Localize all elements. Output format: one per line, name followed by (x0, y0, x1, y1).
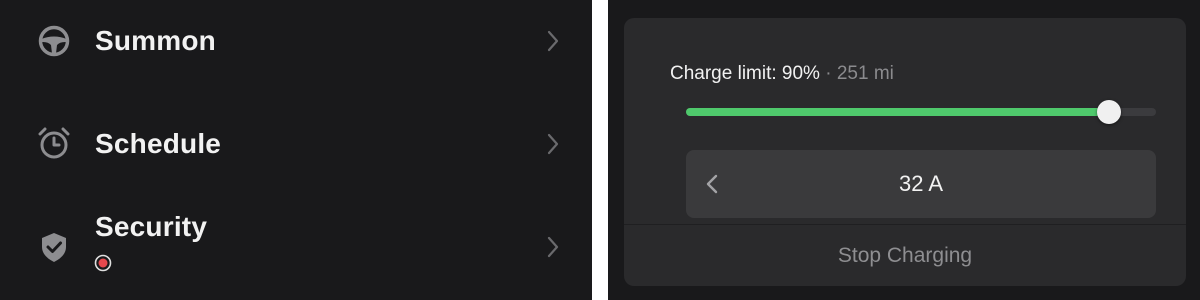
menu-item-label: Security (95, 211, 208, 242)
range-value: 251 mi (836, 63, 894, 84)
stop-charging-button[interactable]: Stop Charging (624, 225, 1186, 286)
chevron-right-icon (544, 132, 562, 156)
charge-limit-slider[interactable] (686, 100, 1156, 124)
charging-card: Charge limit: 90% · 251 mi 32 A Stop Cha… (624, 18, 1186, 286)
menu-item-summon[interactable]: Summon (0, 0, 592, 90)
vehicle-menu: Summon Schedule Security (0, 0, 592, 300)
menu-item-label: Summon (95, 25, 216, 56)
separator: · (825, 63, 832, 84)
menu-item-security[interactable]: Security (0, 200, 592, 290)
chevron-right-icon (544, 235, 562, 259)
chevron-right-icon (544, 29, 562, 53)
shield-check-icon (36, 229, 72, 265)
slider-fill (686, 108, 1109, 116)
menu-item-schedule[interactable]: Schedule (0, 100, 592, 190)
menu-item-label: Schedule (95, 128, 222, 159)
charge-limit-label: Charge limit: 90% (670, 63, 820, 84)
charge-limit-text: Charge limit: 90% · 251 mi (670, 63, 894, 85)
alarm-clock-icon (36, 125, 72, 161)
charge-current-value: 32 A (898, 171, 944, 196)
alert-status-icon (94, 254, 112, 272)
steering-wheel-icon (36, 23, 72, 59)
charge-current-control: 32 A (686, 150, 1156, 218)
slider-thumb[interactable] (1097, 100, 1121, 124)
charging-panel: Charge limit: 90% · 251 mi 32 A Stop Cha… (608, 0, 1200, 300)
